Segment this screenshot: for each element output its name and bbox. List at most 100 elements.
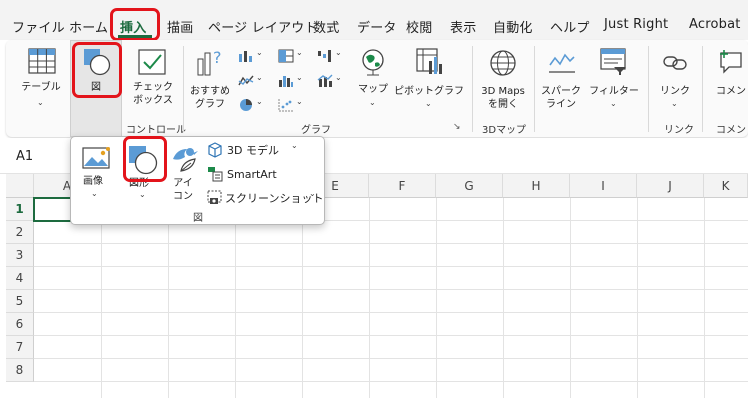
map-button[interactable]: マップ ⌄ (356, 45, 390, 115)
row-header-8[interactable]: 8 (6, 359, 34, 382)
tab-view[interactable]: 表示 (450, 17, 476, 36)
gridline (302, 198, 303, 398)
column-header-f[interactable]: F (369, 174, 436, 198)
column-header-g[interactable]: G (436, 174, 503, 198)
icons-label: アイ コン (173, 178, 193, 202)
ribbon-separator (534, 46, 535, 132)
gridline (34, 243, 748, 244)
link-icon (663, 56, 687, 70)
column-header-h[interactable]: H (503, 174, 570, 198)
map-label: マップ (358, 84, 388, 95)
waterfall-chart-icon[interactable] (317, 49, 333, 63)
tab-home[interactable]: ホーム (69, 17, 108, 36)
gallery-group-label: 図 (193, 213, 203, 224)
chevron-down-icon: ⌄ (309, 189, 316, 198)
group-link-label: リンク (664, 125, 694, 136)
tab-review[interactable]: 校閲 (406, 17, 432, 36)
tab-automate[interactable]: 自動化 (493, 17, 533, 36)
ribbon-separator (183, 46, 184, 132)
shapes-button-highlight (123, 136, 167, 182)
icons-icon (173, 148, 198, 172)
pivot-chart-button[interactable]: ピボットグラフ ⌄ (394, 45, 464, 115)
row-header-4[interactable]: 4 (6, 267, 34, 290)
column-chart-icon[interactable] (238, 49, 254, 63)
sparkline-button[interactable]: スパーク ライン (538, 45, 584, 115)
checkbox-label: チェック ボックス (133, 82, 173, 106)
chevron-down-icon: ⌄ (256, 73, 263, 82)
comment-icon (720, 50, 742, 74)
chevron-down-icon: ⌄ (291, 141, 298, 150)
screenshot-button[interactable]: スクリーンショット ⌄ (205, 189, 323, 207)
row-header-7[interactable]: 7 (6, 336, 34, 359)
ribbon-separator (472, 46, 473, 132)
row-header-1[interactable]: 1 (6, 198, 34, 221)
gridline (235, 198, 236, 398)
globe-icon (362, 49, 384, 76)
name-box[interactable]: A1 (6, 146, 72, 168)
3d-model-icon (208, 142, 222, 158)
filter-button[interactable]: フィルター ⌄ (588, 45, 640, 115)
row-header-2[interactable]: 2 (6, 221, 34, 244)
gridline (34, 335, 748, 336)
gridline (637, 198, 638, 398)
image-button[interactable]: 画像 ⌄ (79, 143, 115, 203)
link-button[interactable]: リンク ⌄ (652, 45, 698, 115)
recommended-charts-button[interactable]: ? おすすめ グラフ (188, 45, 232, 115)
pivot-chart-label: ピボットグラフ (394, 86, 464, 97)
scatter-chart-icon[interactable] (278, 98, 294, 112)
column-header-i[interactable]: I (570, 174, 637, 198)
tab-acrobat[interactable]: Acrobat (689, 17, 741, 32)
gridline (34, 381, 748, 382)
chevron-down-icon: ⌄ (139, 190, 146, 199)
link-label: リンク (660, 86, 690, 97)
column-header-k[interactable]: K (704, 174, 748, 198)
recommended-charts-label: おすすめ グラフ (190, 86, 230, 110)
statistic-chart-icon[interactable] (278, 74, 294, 88)
tab-help[interactable]: ヘルプ (550, 17, 590, 36)
checkbox-button[interactable]: チェック ボックス (128, 45, 178, 115)
comment-label: コメント (716, 86, 748, 97)
line-chart-icon[interactable] (238, 74, 254, 88)
tab-just-right[interactable]: Just Right (604, 17, 668, 32)
tab-file[interactable]: ファイル (12, 17, 65, 36)
table-button[interactable]: テーブル ⌄ (18, 45, 64, 115)
chevron-down-icon: ⌄ (256, 48, 263, 57)
pivot-chart-icon (416, 48, 442, 74)
table-icon (28, 48, 56, 74)
hierarchy-chart-icon[interactable] (278, 49, 294, 63)
chevron-down-icon: ⌄ (91, 189, 98, 198)
tab-formulas[interactable]: 数式 (313, 17, 339, 36)
insert-tab-highlight (110, 8, 160, 41)
ribbon: テーブル ⌄ 図 チェック ボックス コントロール ? おすすめ グラフ ⌄ ⌄… (6, 40, 748, 137)
illustrations-gallery: 画像 ⌄ 図形 ⌄ アイ コン 3D モデル ⌄ SmartArt スクリーンシ… (70, 136, 325, 225)
pie-chart-icon[interactable] (238, 98, 254, 112)
gridline (369, 198, 370, 398)
table-label: テーブル (21, 82, 61, 93)
tab-draw[interactable]: 描画 (167, 17, 193, 36)
tab-data[interactable]: データ (357, 17, 397, 36)
tab-page-layout[interactable]: ページ レイアウト (208, 17, 318, 36)
chevron-down-icon: ⌄ (425, 99, 432, 108)
row-header-5[interactable]: 5 (6, 290, 34, 313)
combo-chart-icon[interactable] (317, 74, 333, 88)
chevron-down-icon: ⌄ (369, 98, 376, 107)
row-header-6[interactable]: 6 (6, 313, 34, 336)
comment-button[interactable]: コメント (706, 45, 748, 115)
smartart-button[interactable]: SmartArt (205, 165, 305, 183)
gridline (704, 198, 705, 398)
row-header-3[interactable]: 3 (6, 244, 34, 267)
group-controls-label: コントロール (126, 125, 186, 136)
select-all-corner[interactable] (6, 174, 34, 198)
icons-button[interactable]: アイ コン (169, 141, 201, 207)
column-header-j[interactable]: J (637, 174, 704, 198)
gridline (570, 198, 571, 398)
chevron-down-icon: ⌄ (37, 98, 44, 107)
ribbon-separator (702, 46, 703, 132)
chevron-down-icon: ⌄ (335, 73, 342, 82)
3d-model-button[interactable]: 3D モデル ⌄ (205, 141, 305, 159)
dialog-launcher-icon[interactable]: ↘ (453, 122, 461, 132)
3d-maps-button[interactable]: 3D Maps を開く (476, 45, 530, 115)
ribbon-separator (648, 46, 649, 132)
svg-text:?: ? (213, 48, 222, 67)
gridline (503, 198, 504, 398)
